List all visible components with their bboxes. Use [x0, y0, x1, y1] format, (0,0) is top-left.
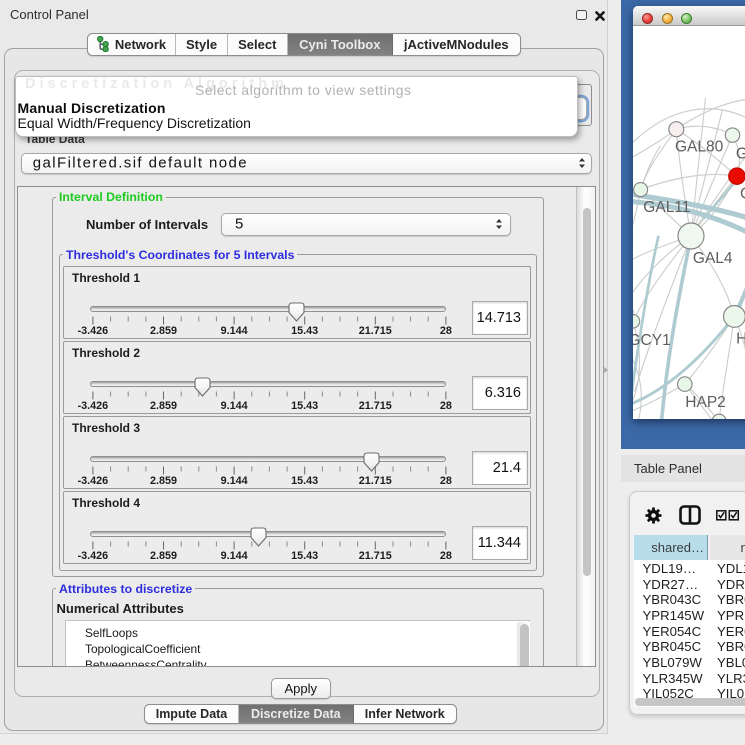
svg-text:GAL: GAL: [735, 146, 745, 163]
svg-text:GAL80: GAL80: [675, 139, 724, 156]
svg-text:HAP2: HAP2: [685, 395, 726, 412]
svg-text:HI: HI: [736, 331, 745, 348]
svg-text:C: C: [740, 186, 745, 203]
svg-text:GCY1: GCY1: [633, 333, 671, 350]
svg-text:GAL4: GAL4: [692, 250, 732, 267]
svg-text:GAL11: GAL11: [643, 199, 690, 216]
